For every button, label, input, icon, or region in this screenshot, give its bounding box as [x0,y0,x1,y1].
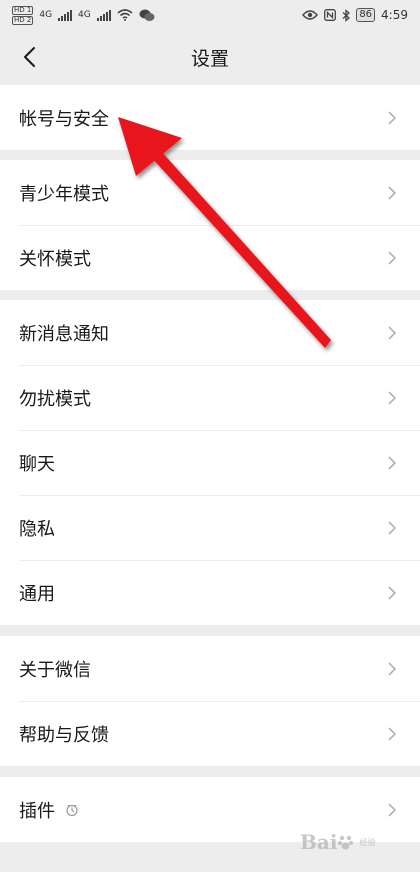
settings-item-do-not-disturb[interactable]: 勿扰模式 [0,365,420,430]
chevron-right-icon [388,110,397,125]
hd-badge-1: HD 1 [12,5,34,15]
nfc-icon [324,9,337,21]
settings-item-privacy[interactable]: 隐私 [0,495,420,560]
settings-item-help-feedback[interactable]: 帮助与反馈 [0,701,420,766]
wifi-icon [117,9,133,21]
settings-group-modes: 青少年模式 关怀模式 [0,160,420,290]
signal-icon-2 [96,9,111,21]
chevron-right-icon [388,455,397,470]
plugin-badge-icon [65,803,79,817]
settings-item-label: 新消息通知 [19,323,109,345]
settings-item-label: 关怀模式 [19,248,91,270]
chevron-right-icon [388,250,397,265]
settings-item-label: 青少年模式 [19,183,109,205]
settings-item-label: 隐私 [19,518,55,540]
chevron-right-icon [388,661,397,676]
wechat-notification-icon [139,9,155,21]
settings-item-general[interactable]: 通用 [0,560,420,625]
settings-item-about-wechat[interactable]: 关于微信 [0,636,420,701]
page-title: 设置 [190,47,229,70]
chevron-right-icon [388,802,397,817]
hd-badge-2: HD 2 [12,15,34,25]
settings-item-account-security[interactable]: 帐号与安全 [0,85,420,150]
settings-group-account: 帐号与安全 [0,85,420,150]
watermark-logo: Bai [300,830,338,854]
watermark: Bai 经验 [300,822,410,862]
settings-item-label: 通用 [19,583,55,605]
settings-item-label: 勿扰模式 [19,388,91,410]
chevron-right-icon [388,325,397,340]
chevron-right-icon [388,726,397,741]
settings-item-label: 聊天 [19,453,55,475]
status-left: HD 1 HD 2 4G 4G [12,5,155,25]
network-type-1: 4G [39,9,53,20]
status-bar: HD 1 HD 2 4G 4G 86 4:59 [0,0,420,30]
settings-item-label: 关于微信 [19,659,91,681]
settings-item-new-message-notifications[interactable]: 新消息通知 [0,300,420,365]
chevron-right-icon [388,520,397,535]
clock: 4:59 [381,8,408,22]
paw-icon [338,835,354,850]
chevron-right-icon [388,185,397,200]
settings-item-care-mode[interactable]: 关怀模式 [0,225,420,290]
nav-bar: 设置 [0,30,420,84]
settings-item-label: 插件 [19,800,55,822]
settings-group-general: 新消息通知 勿扰模式 聊天 隐私 通用 [0,300,420,625]
chevron-right-icon [388,585,397,600]
hd-badges: HD 1 HD 2 [12,5,34,25]
back-button[interactable] [12,40,46,74]
watermark-sub: 经验 [359,837,376,847]
settings-group-about: 关于微信 帮助与反馈 [0,636,420,766]
network-type-2: 4G [78,9,91,20]
settings-item-label: 帮助与反馈 [19,724,109,746]
eye-icon [302,10,319,20]
settings-item-youth-mode[interactable]: 青少年模式 [0,160,420,225]
battery-indicator: 86 [356,8,376,22]
chevron-right-icon [388,390,397,405]
settings-item-chat[interactable]: 聊天 [0,430,420,495]
back-arrow-icon [24,47,35,67]
settings-item-label: 帐号与安全 [19,108,109,130]
signal-icon [58,9,73,21]
bluetooth-icon [342,8,351,22]
status-right: 86 4:59 [302,8,408,22]
